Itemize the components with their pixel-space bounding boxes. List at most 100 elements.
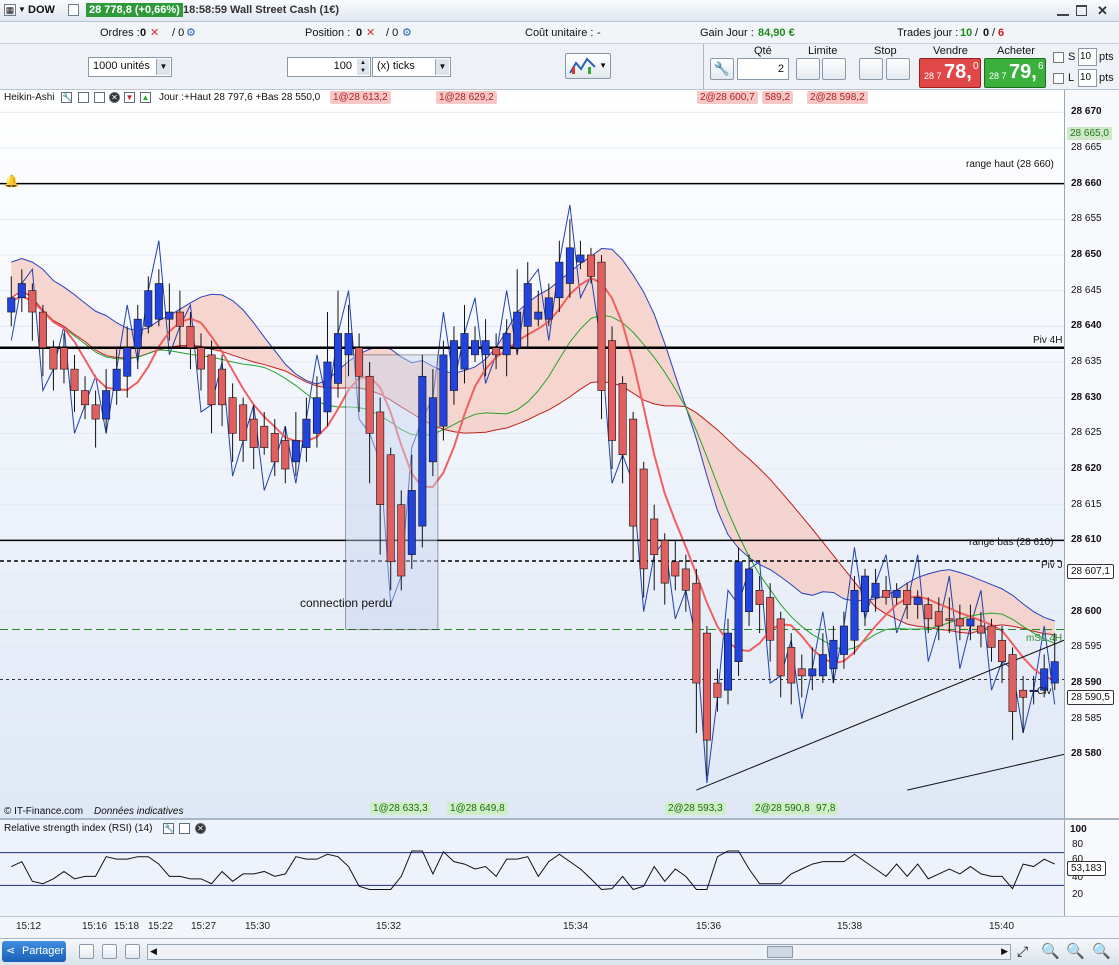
dropdown-icon[interactable]: ▼ <box>18 5 26 14</box>
stop-checkbox[interactable] <box>1053 52 1064 63</box>
stop-sell-button[interactable] <box>886 58 910 80</box>
sell-price-prefix: 28 7 <box>924 71 942 81</box>
order-tag-bottom[interactable]: 2@28 593,3 <box>665 802 726 815</box>
chevron-down-icon[interactable]: ▼ <box>156 59 170 75</box>
position-settings-icon[interactable]: ⚙ <box>402 26 412 39</box>
maximize-icon[interactable] <box>1076 5 1087 16</box>
candle-body <box>175 311 184 327</box>
scroll-left-icon[interactable]: ◀ <box>150 946 157 957</box>
info-bar: Ordres : 0 ✕ / 0 ⚙ Position : 0 ✕ / 0 ⚙ … <box>0 22 1119 44</box>
candle-body <box>882 590 891 598</box>
rsi-title[interactable]: Relative strength index (RSI) (14) <box>4 823 152 834</box>
save-icon[interactable] <box>102 944 117 959</box>
price-axis[interactable]: 28 670 28 665 28 660 28 655 28 650 28 645 28 6… <box>1064 90 1119 818</box>
zoom-fit-icon[interactable]: ⤢ <box>1017 943 1028 960</box>
orders-cancel-icon[interactable]: ✕ <box>150 26 159 39</box>
candle-body <box>218 368 227 406</box>
buy-button[interactable]: 28 7 79, 6 <box>984 58 1046 88</box>
arrow-down-icon[interactable]: ▼ <box>124 92 135 103</box>
limit-pts-label: pts <box>1099 72 1114 84</box>
order-tag-top[interactable]: 1@28 613,2 <box>330 91 391 104</box>
indicator-name[interactable]: Heikin-Ashi <box>4 92 55 103</box>
stop-checkbox-label: S <box>1068 51 1076 63</box>
close-icon[interactable]: ✕ <box>109 92 120 103</box>
price-tick-label: 28 645 <box>1071 284 1102 296</box>
candle-body <box>502 333 511 356</box>
price-tick-label: 28 655 <box>1071 213 1102 225</box>
order-qty-field[interactable]: 2 <box>737 58 789 80</box>
wrench-icon[interactable]: 🔧 <box>163 823 174 834</box>
minimize-icon[interactable] <box>1057 5 1069 16</box>
candle-body <box>481 340 490 356</box>
zoom-area-icon[interactable]: 🔍 <box>1041 942 1060 960</box>
chart-tools-button[interactable]: ▼ <box>565 53 611 79</box>
orders-settings-icon[interactable]: ⚙ <box>186 26 196 39</box>
print-icon[interactable] <box>79 944 94 959</box>
zoom-in-icon[interactable]: 🔍 <box>1092 942 1111 960</box>
scroll-right-icon[interactable]: ▶ <box>1001 946 1008 957</box>
limit-buy-button[interactable] <box>796 58 820 80</box>
candle-body <box>49 347 58 370</box>
candle-body <box>755 590 764 605</box>
order-tag-top[interactable]: 1@28 629,2 <box>436 91 497 104</box>
candle-body <box>829 639 838 670</box>
scroll-thumb[interactable] <box>767 946 793 958</box>
limit-pts-field[interactable]: 10 <box>1078 69 1097 87</box>
trades-sep1: / <box>975 27 979 39</box>
export-icon[interactable] <box>125 944 140 959</box>
arrow-up-icon[interactable]: ▲ <box>140 92 151 103</box>
rsi-canvas[interactable] <box>0 820 1119 918</box>
pivj-label: Piv J <box>1041 560 1063 571</box>
order-tag-bottom[interactable]: 1@28 633,3 <box>370 802 431 815</box>
instrument-name[interactable]: DOW <box>28 4 55 16</box>
order-tag-bottom[interactable]: 97,8 <box>813 802 839 815</box>
trades-mid: 0 <box>983 27 990 39</box>
candle-body <box>1050 661 1059 684</box>
stepper-icon[interactable]: ▲ ▼ <box>357 59 369 75</box>
window-icon[interactable] <box>78 92 89 103</box>
order-tag-bottom[interactable]: 2@28 590,8 <box>752 802 813 815</box>
position-cancel-icon[interactable]: ✕ <box>366 26 375 39</box>
price-chart[interactable]: Heikin-Ashi 🔧 ✕ ▼ ▲ Jour :+Haut 28 797,6… <box>0 90 1119 818</box>
maximize-icon[interactable] <box>94 92 105 103</box>
sell-button[interactable]: 28 7 78, 0 <box>919 58 981 88</box>
candle-body <box>903 590 912 605</box>
range-bas-label: range bas (28 610) <box>969 537 1054 548</box>
share-button[interactable]: ⋖ Partager <box>2 941 66 962</box>
horizontal-scrollbar[interactable]: ◀ ▶ <box>147 944 1011 960</box>
limit-checkbox[interactable] <box>1053 73 1064 84</box>
wrench-button[interactable]: 🔧 <box>710 58 734 80</box>
units-select[interactable]: 1000 unités ▼ <box>88 57 172 77</box>
data-disclaimer: Données indicatives <box>94 806 184 817</box>
rsi-panel[interactable]: Relative strength index (RSI) (14) 🔧 ✕ 1… <box>0 818 1119 918</box>
candle-body <box>955 618 964 627</box>
candle-body <box>428 397 437 463</box>
gain-value: 84,90 € <box>758 27 795 39</box>
price-chart-canvas[interactable] <box>0 90 1119 818</box>
wrench-icon[interactable]: 🔧 <box>61 92 72 103</box>
order-tag-top[interactable]: 589,2 <box>762 91 794 104</box>
limit-sell-button[interactable] <box>822 58 846 80</box>
window-icon[interactable] <box>179 823 190 834</box>
info-icon[interactable] <box>68 4 79 16</box>
quantity-input[interactable]: 100 ▲ ▼ <box>287 57 371 77</box>
close-icon[interactable]: ✕ <box>195 823 206 834</box>
zoom-out-icon[interactable]: 🔍 <box>1066 942 1085 960</box>
stop-buy-button[interactable] <box>859 58 883 80</box>
stop-pts-field[interactable]: 10 <box>1078 48 1097 66</box>
ticks-select[interactable]: (x) ticks ▼ <box>372 57 451 77</box>
chevron-down-icon[interactable]: ▼ <box>435 59 449 75</box>
candle-body <box>197 347 205 370</box>
price-tick-label: 28 635 <box>1071 355 1102 367</box>
order-tag-top[interactable]: 2@28 598,2 <box>807 91 868 104</box>
window-menu-icon[interactable]: ▦ <box>4 4 16 16</box>
close-icon[interactable]: ✕ <box>1097 3 1108 19</box>
sell-price-sup: 0 <box>973 61 979 72</box>
order-tag-bottom[interactable]: 1@28 649,8 <box>447 802 508 815</box>
chevron-down-icon[interactable]: ▼ <box>599 61 607 70</box>
order-tag-top[interactable]: 2@28 600,7 <box>697 91 758 104</box>
candle-body <box>165 311 174 320</box>
alert-bell-icon[interactable]: 🔔 <box>4 174 19 188</box>
time-axis[interactable]: 15:12 15:16 15:18 15:22 15:27 15:30 15:32 15:34… <box>0 916 1119 938</box>
time-tick-label: 15:22 <box>148 921 174 932</box>
